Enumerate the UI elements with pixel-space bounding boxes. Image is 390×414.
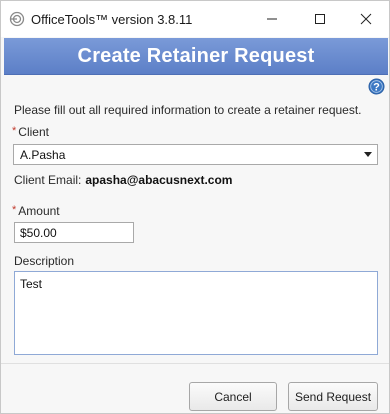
amount-label-text: Amount — [18, 204, 60, 218]
maximize-button[interactable] — [297, 1, 343, 37]
minimize-button[interactable] — [249, 1, 295, 37]
required-marker: * — [12, 125, 17, 137]
dropdown-arrow-icon[interactable] — [364, 152, 372, 157]
client-email-value: apasha@abacusnext.com — [85, 173, 233, 187]
client-select[interactable]: A.Pasha — [13, 144, 378, 165]
maximize-icon — [315, 14, 325, 24]
client-label: * Client — [12, 125, 49, 139]
cancel-button[interactable]: Cancel — [189, 382, 277, 411]
close-icon — [360, 13, 372, 25]
client-email-label: Client Email: — [14, 173, 82, 187]
dialog-window: OfficeTools™ version 3.8.11 Create Retai… — [0, 0, 390, 414]
description-textarea[interactable]: Test — [14, 271, 378, 355]
footer-divider — [1, 363, 389, 364]
instructions-text: Please fill out all required information… — [14, 103, 362, 117]
client-select-value: A.Pasha — [20, 148, 66, 162]
title-bar[interactable]: OfficeTools™ version 3.8.11 — [1, 1, 389, 37]
minimize-icon — [267, 18, 277, 20]
required-marker: * — [12, 204, 17, 216]
description-label: Description — [14, 254, 75, 268]
close-button[interactable] — [343, 1, 389, 37]
amount-label: * Amount — [12, 204, 60, 218]
svg-text:?: ? — [373, 82, 380, 94]
header-band: Create Retainer Request — [4, 38, 388, 75]
officetools-logo-icon — [9, 11, 25, 27]
amount-input[interactable]: $50.00 — [14, 222, 134, 243]
send-request-button[interactable]: Send Request — [288, 382, 378, 411]
client-label-text: Client — [18, 125, 49, 139]
client-email-row: Client Email: apasha@abacusnext.com — [14, 173, 232, 187]
window-title: OfficeTools™ version 3.8.11 — [31, 11, 193, 27]
dialog-heading: Create Retainer Request — [77, 44, 315, 67]
help-icon[interactable]: ? — [368, 78, 385, 95]
